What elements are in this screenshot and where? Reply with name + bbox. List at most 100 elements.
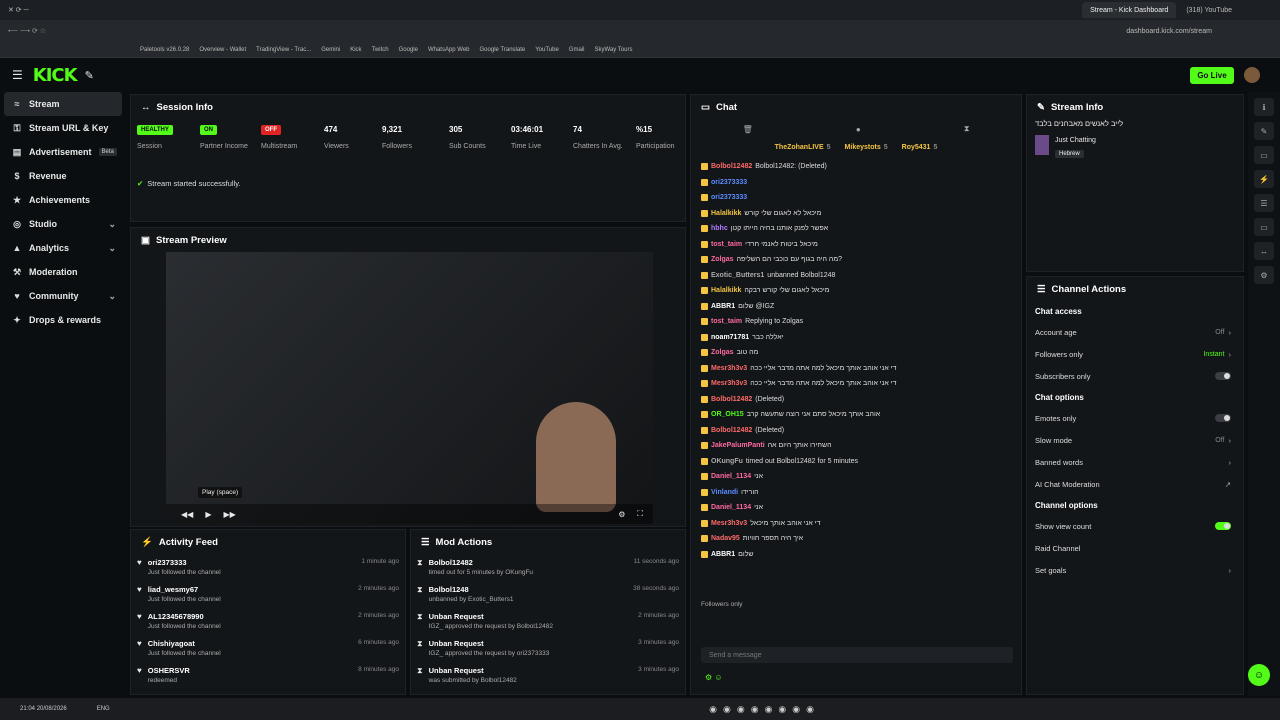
action-row[interactable]: Banned words ›	[1027, 451, 1243, 473]
chat-message[interactable]: Halalkikk מיכאל לאגום שלי קורש רבקה	[691, 283, 1021, 299]
pin-icon[interactable]: ✎	[85, 69, 94, 82]
bookmark-item[interactable]: SkyWay Tours	[594, 47, 632, 53]
list-item[interactable]: ♥ Chishiyagoat Just followed the channel 6 …	[131, 635, 405, 662]
chat-username[interactable]: Nadav95	[711, 535, 740, 542]
chat-message[interactable]: tost_taim Replying to Zolgas	[691, 314, 1021, 330]
list-item[interactable]: ♥ liad_wesmy67 Just followed the channel 2 …	[131, 581, 405, 608]
chat-username[interactable]: Mesr3h3v3	[711, 380, 747, 387]
chat-message[interactable]: Bolbol12482 Bolbol12482: (Deleted)	[691, 159, 1021, 175]
settings-icon[interactable]: ⚙	[618, 510, 625, 519]
list-item[interactable]: ♥ OSHERSVR redeemed 8 minutes ago	[131, 662, 405, 689]
address-bar[interactable]: ⟵ ⟶ ⟳ ☆ dashboard.kick.com/stream	[0, 20, 1280, 42]
toggle-switch[interactable]	[1215, 414, 1231, 422]
go-live-button[interactable]: Go Live	[1190, 67, 1234, 84]
chat-username[interactable]: hbhc	[711, 225, 728, 232]
chat-message[interactable]: Bolbol12482 (Deleted)	[691, 423, 1021, 439]
rail-arrows-icon[interactable]: ↔	[1254, 242, 1274, 260]
chat-message[interactable]: tost_taim מיכאל ביטות לאנמי חרדי	[691, 237, 1021, 253]
list-item[interactable]: ⧗ Unban Request IGZ_ approved the request …	[411, 635, 685, 662]
forward-icon[interactable]: ▶▶	[223, 510, 235, 519]
list-item[interactable]: ⧗ Bolbol1248 unbanned by Exotic_Butters1 38…	[411, 581, 685, 608]
list-item[interactable]: ♥ AL12345678990 Just followed the channel 2…	[131, 608, 405, 635]
top-gifter[interactable]: Mikeystots 5	[845, 144, 888, 151]
rewind-icon[interactable]: ◀◀	[181, 510, 193, 519]
rail-info-icon[interactable]: ℹ	[1254, 98, 1274, 116]
toggle-switch[interactable]	[1215, 372, 1231, 380]
chat-username[interactable]: Mesr3h3v3	[711, 365, 747, 372]
chat-message[interactable]: ori2373333	[691, 190, 1021, 206]
chat-message[interactable]: Mesr3h3v3 די אני אוהב אותך מיכאל למה אתה …	[691, 361, 1021, 377]
sidebar-item-stream-url-key[interactable]: ⚿ Stream URL & Key	[0, 116, 126, 140]
chat-message[interactable]: OKungFu timed out Bolbol12482 for 5 minut…	[691, 454, 1021, 470]
chat-message[interactable]: Nadav95 איך היה תספר חוויות	[691, 531, 1021, 547]
chat-username[interactable]: ABBR1	[711, 303, 735, 310]
chat-message[interactable]: Mesr3h3v3 די אני אוהב אותך מיכאל למה אתה …	[691, 376, 1021, 392]
taskbar-apps-icon[interactable]: ◉◉◉◉◉◉◉◉	[709, 704, 820, 715]
bookmark-item[interactable]: Kick	[350, 47, 361, 53]
chat-username[interactable]: Exotic_Butters1	[711, 272, 764, 279]
rail-list-icon[interactable]: ☰	[1254, 194, 1274, 212]
fullscreen-icon[interactable]: ⛶	[637, 509, 643, 519]
chat-message[interactable]: JakePalumPanti השחירו אותך היום אה	[691, 438, 1021, 454]
bookmark-item[interactable]: Gmail	[569, 47, 585, 53]
avatar[interactable]	[1244, 67, 1260, 83]
list-item[interactable]: ♥ ori2373333 Just followed the channel 1 mi…	[131, 554, 405, 581]
action-row[interactable]: Slow mode Off ›	[1027, 429, 1243, 451]
sidebar-item-stream[interactable]: ≈ Stream	[4, 92, 122, 116]
bookmark-item[interactable]: TradingView - Trac...	[256, 47, 311, 53]
rail-bolt-icon[interactable]: ⚡	[1254, 170, 1274, 188]
chat-username[interactable]: Zolgas	[711, 256, 734, 263]
action-row[interactable]: AI Chat Moderation ↗	[1027, 473, 1243, 495]
sidebar-item-studio[interactable]: ◎ Studio ⌄	[0, 212, 126, 236]
chat-message[interactable]: ABBR1 שלום @IGZ	[691, 299, 1021, 315]
action-row[interactable]: Show view count	[1027, 515, 1243, 537]
chat-username[interactable]: OR_OH15	[711, 411, 744, 418]
bookmark-item[interactable]: Google	[399, 47, 418, 53]
menu-icon[interactable]: ☰	[12, 68, 23, 82]
rail-gear-icon[interactable]: ⚙	[1254, 266, 1274, 284]
chat-message[interactable]: OR_OH15 אוהב אותך מיכאל סתם אני רוצה שתעש…	[691, 407, 1021, 423]
chat-username[interactable]: Bolbol12482	[711, 427, 752, 434]
chat-message[interactable]: Zolgas מה היה בגוף עם כוכבי הם השליפה?	[691, 252, 1021, 268]
bookmark-item[interactable]: Gemini	[321, 47, 340, 53]
chat-username[interactable]: tost_taim	[711, 241, 742, 248]
top-gifter[interactable]: Roy5431 5	[902, 144, 938, 151]
chat-username[interactable]: Halalkikk	[711, 287, 741, 294]
sidebar-item-revenue[interactable]: $ Revenue	[0, 164, 126, 188]
action-row[interactable]: Raid Channel	[1027, 537, 1243, 559]
chat-username[interactable]: Daniel_1134	[711, 504, 751, 511]
chat-message[interactable]: Vinlandi הורידו	[691, 485, 1021, 501]
chat-username[interactable]: Vinlandi	[711, 489, 738, 496]
support-icon[interactable]: ☺	[1248, 664, 1270, 686]
action-row[interactable]: Account age Off ›	[1027, 321, 1243, 343]
bookmark-item[interactable]: WhatsApp Web	[428, 47, 470, 53]
kick-logo[interactable]: KICK	[33, 65, 78, 86]
top-gifter[interactable]: TheZohanLIVE 5	[775, 144, 831, 151]
chat-input[interactable]: Send a message	[701, 647, 1013, 663]
chat-message[interactable]: Zolgas מה טוב	[691, 345, 1021, 361]
chat-message[interactable]: Daniel_1134 אני	[691, 469, 1021, 485]
chat-username[interactable]: ori2373333	[711, 194, 747, 201]
rail-pin-icon[interactable]: ✎	[1254, 122, 1274, 140]
list-item[interactable]: ⧗ Bolbol12482 timed out for 5 minutes by O…	[411, 554, 685, 581]
nav-icons[interactable]: ⟵ ⟶ ⟳ ☆	[8, 27, 148, 35]
chat-username[interactable]: ori2373333	[711, 179, 747, 186]
message-icon[interactable]: ●	[856, 125, 861, 134]
action-row[interactable]: Subscribers only	[1027, 365, 1243, 387]
rail-screen-icon[interactable]: ▭	[1254, 146, 1274, 164]
chat-message[interactable]: Mesr3h3v3 די אני אוהב אותך מיכאל	[691, 516, 1021, 532]
bookmark-item[interactable]: Paletools v26.0.28	[140, 47, 189, 53]
bookmark-item[interactable]: Google Translate	[480, 47, 526, 53]
video-player[interactable]: Play (space) ◀◀ ▶ ▶▶ ⚙ ⛶	[166, 252, 653, 524]
bookmark-item[interactable]: Overview - Wallet	[199, 47, 246, 53]
chat-username[interactable]: Bolbol12482	[711, 163, 752, 170]
hourglass-icon[interactable]: ⧗	[964, 124, 970, 134]
sidebar-item-drops-rewards[interactable]: ✦ Drops & rewards	[0, 308, 126, 332]
bookmark-item[interactable]: Twitch	[372, 47, 389, 53]
list-item[interactable]: ⧗ Unban Request was submitted by Bolbol124…	[411, 662, 685, 689]
chat-message[interactable]: noam71781 יאללה כבר	[691, 330, 1021, 346]
chat-username[interactable]: Zolgas	[711, 349, 734, 356]
chat-username[interactable]: JakePalumPanti	[711, 442, 765, 449]
chat-message[interactable]: ori2373333	[691, 175, 1021, 191]
trash-icon[interactable]: 🗑	[743, 125, 753, 134]
